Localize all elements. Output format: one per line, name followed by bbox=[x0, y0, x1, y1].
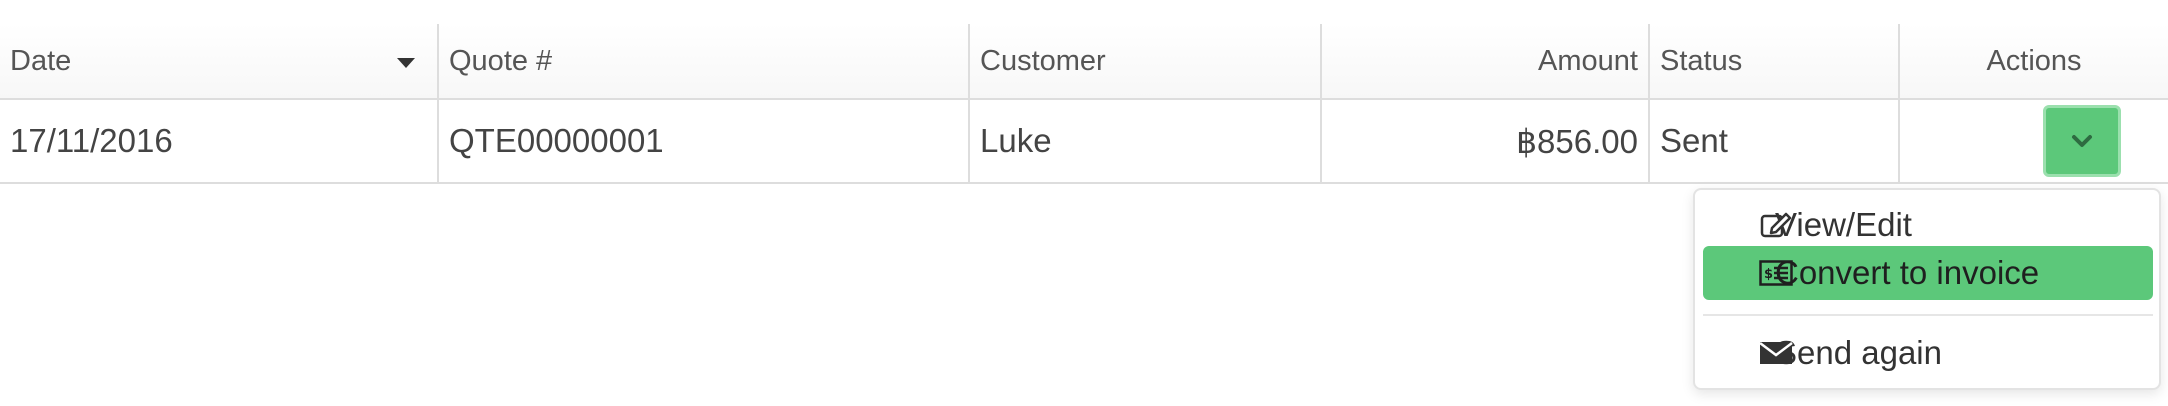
cell-date: 17/11/2016 bbox=[0, 100, 439, 182]
column-header-actions-label: Actions bbox=[1986, 44, 2082, 77]
column-header-status[interactable]: Status bbox=[1650, 24, 1900, 98]
column-header-status-label: Status bbox=[1660, 44, 1743, 77]
column-header-customer-label: Customer bbox=[980, 44, 1106, 77]
invoice-icon: $ bbox=[1759, 258, 1793, 288]
cell-amount: ฿856.00 bbox=[1322, 100, 1650, 182]
column-header-date-label: Date bbox=[10, 44, 72, 77]
cell-status: Sent bbox=[1650, 100, 1900, 182]
menu-item-view-edit[interactable]: View/Edit bbox=[1703, 198, 2153, 252]
table-header-row: Date Quote # Customer Amount Status Acti… bbox=[0, 24, 2168, 100]
quotes-table: Date Quote # Customer Amount Status Acti… bbox=[0, 24, 2168, 184]
column-header-amount[interactable]: Amount bbox=[1322, 24, 1650, 98]
table-row[interactable]: 17/11/2016 QTE00000001 Luke ฿856.00 Sent bbox=[0, 100, 2168, 184]
envelope-icon bbox=[1759, 338, 1793, 368]
cell-quote-number-value: QTE00000001 bbox=[449, 122, 664, 159]
chevron-down-icon bbox=[2072, 135, 2092, 147]
menu-divider bbox=[1703, 314, 2153, 316]
column-header-amount-label: Amount bbox=[1538, 44, 1638, 77]
menu-item-send-again-label: Send again bbox=[1775, 334, 1942, 371]
cell-customer-value: Luke bbox=[980, 122, 1052, 159]
column-header-quote-label: Quote # bbox=[449, 44, 553, 77]
cell-quote-number: QTE00000001 bbox=[439, 100, 970, 182]
sort-caret-down-icon[interactable] bbox=[397, 58, 415, 68]
column-header-customer[interactable]: Customer bbox=[970, 24, 1322, 98]
menu-item-convert-to-invoice[interactable]: $ Convert to invoice bbox=[1703, 246, 2153, 300]
column-header-date[interactable]: Date bbox=[0, 24, 439, 98]
cell-actions bbox=[1900, 100, 2168, 182]
edit-icon bbox=[1759, 210, 1793, 240]
column-header-actions: Actions bbox=[1900, 24, 2168, 98]
cell-customer: Luke bbox=[970, 100, 1322, 182]
menu-item-send-again[interactable]: Send again bbox=[1703, 326, 2153, 380]
menu-item-convert-to-invoice-label: Convert to invoice bbox=[1775, 254, 2040, 291]
cell-status-value: Sent bbox=[1660, 122, 1728, 159]
svg-text:$: $ bbox=[1764, 267, 1773, 282]
cell-date-value: 17/11/2016 bbox=[10, 122, 173, 159]
column-header-quote[interactable]: Quote # bbox=[439, 24, 970, 98]
actions-dropdown-menu: View/Edit $ Convert to invoice Send agai… bbox=[1693, 188, 2161, 390]
actions-dropdown-button[interactable] bbox=[2043, 105, 2121, 177]
menu-item-view-edit-label: View/Edit bbox=[1775, 206, 1912, 243]
cell-amount-value: ฿856.00 bbox=[1516, 122, 1638, 160]
